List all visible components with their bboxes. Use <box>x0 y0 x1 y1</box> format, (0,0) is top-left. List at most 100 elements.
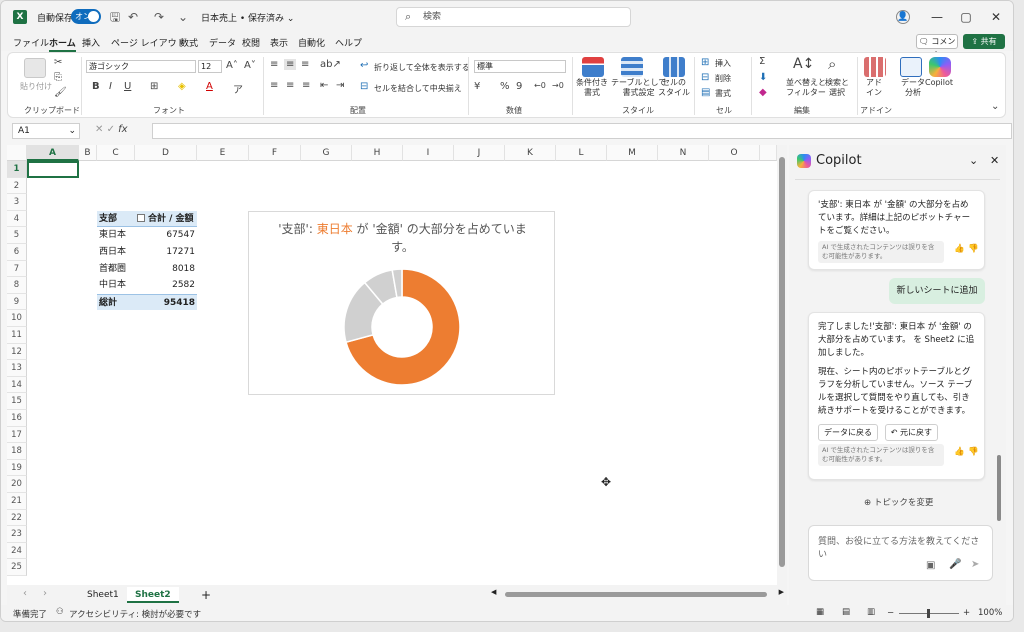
col-header[interactable]: E <box>197 145 249 161</box>
col-header[interactable]: G <box>301 145 352 161</box>
font-name-select[interactable]: 游ゴシック <box>86 60 196 73</box>
align-center-icon[interactable]: ≡ <box>286 80 294 91</box>
undo-button[interactable]: ↶ 元に戻す <box>884 424 938 441</box>
customize-qat-icon[interactable]: ⌄ <box>175 9 191 25</box>
normal-view-icon[interactable]: ▦ <box>816 607 824 617</box>
pivot-row-value[interactable]: 67547 <box>135 227 195 243</box>
conditional-format-button[interactable]: 条件付き 書式 <box>576 78 608 98</box>
row-header[interactable]: 11 <box>7 327 27 344</box>
enter-icon[interactable]: ✓ <box>107 124 115 135</box>
ribbon-collapse-icon[interactable]: ⌄ <box>991 101 999 112</box>
horizontal-scroll-thumb[interactable] <box>505 592 767 597</box>
formula-input[interactable] <box>152 123 1012 139</box>
font-size-select[interactable]: 12 <box>198 60 222 73</box>
align-top-icon[interactable]: ≡ <box>270 59 278 70</box>
filter-dropdown-icon[interactable] <box>137 214 145 222</box>
undo-icon[interactable]: ↶ <box>125 9 141 25</box>
menu-data[interactable]: データ <box>209 36 236 49</box>
menu-automate[interactable]: 自動化 <box>298 36 325 49</box>
delete-cells-icon[interactable]: ⊟ <box>701 72 709 83</box>
accessibility-status[interactable]: アクセシビリティ: 検討が必要です <box>69 608 201 620</box>
prompt-guide-icon[interactable]: ▣ <box>926 560 935 571</box>
row-header[interactable]: 15 <box>7 393 27 410</box>
row-header[interactable]: 19 <box>7 459 27 477</box>
row-header[interactable]: 10 <box>7 310 27 327</box>
number-format-select[interactable]: 標準 <box>474 60 566 73</box>
bold-icon[interactable]: B <box>92 81 100 92</box>
row-header[interactable]: 21 <box>7 493 27 510</box>
row-header[interactable]: 4 <box>7 210 27 228</box>
thumbs-up-icon[interactable]: 👍 <box>954 243 965 256</box>
percent-icon[interactable]: % <box>500 81 510 92</box>
thumbs-up-icon[interactable]: 👍 <box>954 446 965 459</box>
copy-icon[interactable]: ⎘ <box>54 72 62 83</box>
shrink-font-icon[interactable]: A˅ <box>244 60 256 71</box>
vertical-scrollbar[interactable] <box>777 145 787 585</box>
menu-file[interactable]: ファイル <box>13 36 49 49</box>
pivot-chart[interactable]: '支部': 東日本 が '金額' の大部分を占めています。 <box>248 211 555 395</box>
menu-formulas[interactable]: 数式 <box>180 36 198 49</box>
zoom-out-icon[interactable]: − <box>887 608 894 618</box>
row-header[interactable]: 1 <box>7 161 27 178</box>
merge-center-icon[interactable]: ⊟ <box>360 81 368 92</box>
document-title[interactable]: 日本売上 • 保存済み ⌄ <box>201 11 294 24</box>
row-header[interactable]: 17 <box>7 426 27 444</box>
align-middle-icon[interactable]: ≡ <box>284 59 297 70</box>
horizontal-scrollbar[interactable]: ◀ ▶ <box>491 588 784 598</box>
vertical-scroll-thumb[interactable] <box>779 157 785 567</box>
cut-icon[interactable]: ✂ <box>54 57 62 68</box>
share-button[interactable]: ⇪ 共有 <box>963 34 1005 49</box>
tab-sheet1[interactable]: Sheet1 <box>79 587 127 603</box>
menu-help[interactable]: ヘルプ <box>335 36 362 49</box>
selected-cell-a1[interactable] <box>27 161 79 178</box>
row-header[interactable]: 20 <box>7 476 27 493</box>
pivot-row-value[interactable]: 17271 <box>135 244 195 260</box>
insert-cells-button[interactable]: 挿入 <box>715 58 731 69</box>
pivot-total-label[interactable]: 総計 <box>97 294 135 310</box>
copilot-options-chevron-icon[interactable]: ⌄ <box>969 154 978 167</box>
menu-insert[interactable]: 挿入 <box>82 36 100 49</box>
fx-icon[interactable]: fx <box>118 124 127 135</box>
pivot-row-value[interactable]: 2582 <box>135 277 195 293</box>
font-color-icon[interactable]: A <box>206 81 213 92</box>
tab-scroll-left-icon[interactable]: ‹ <box>23 588 27 599</box>
col-header[interactable]: A <box>27 145 79 161</box>
find-select-icon[interactable]: ⌕ <box>828 55 836 73</box>
search-box[interactable]: ⌕ 検索 <box>396 7 631 27</box>
worksheet-grid[interactable]: A B C D E F G H I J K L M N O 1234567891… <box>7 145 777 585</box>
row-header[interactable]: 24 <box>7 542 27 560</box>
scroll-left-icon[interactable]: ◀ <box>491 588 496 596</box>
col-header[interactable]: K <box>505 145 556 161</box>
pivot-total-value[interactable]: 95418 <box>135 294 197 310</box>
close-icon[interactable]: ✕ <box>988 9 1004 25</box>
delete-cells-button[interactable]: 削除 <box>715 73 731 84</box>
row-header[interactable]: 23 <box>7 526 27 543</box>
copilot-prompt-input[interactable]: 質問、お役に立てる方法を教えてください ▣ 🎤 ➤ <box>808 525 993 581</box>
redo-icon[interactable]: ↷ <box>151 9 167 25</box>
indent-decrease-icon[interactable]: ⇤ <box>320 80 328 91</box>
row-header[interactable]: 2 <box>7 177 27 195</box>
pivot-header-value[interactable]: 合計 / 金額 <box>135 211 197 227</box>
currency-icon[interactable]: ¥ <box>474 81 480 92</box>
thumbs-down-icon[interactable]: 👎 <box>968 446 979 459</box>
send-icon[interactable]: ➤ <box>971 559 979 570</box>
col-header[interactable]: D <box>135 145 197 161</box>
autosave-toggle[interactable]: オン <box>71 9 101 24</box>
clear-icon[interactable]: ◆ <box>759 87 767 98</box>
zoom-level[interactable]: 100% <box>978 608 1002 618</box>
row-header[interactable]: 5 <box>7 227 27 244</box>
col-header[interactable]: H <box>352 145 403 161</box>
row-header[interactable]: 12 <box>7 343 27 361</box>
thumbs-down-icon[interactable]: 👎 <box>968 243 979 256</box>
row-header[interactable]: 6 <box>7 244 27 261</box>
page-layout-view-icon[interactable]: ▤ <box>842 607 850 617</box>
paste-icon[interactable] <box>24 58 46 78</box>
autosum-icon[interactable]: Σ <box>759 56 765 67</box>
sort-filter-icon[interactable]: A↕ <box>793 56 814 72</box>
col-header[interactable]: B <box>79 145 97 161</box>
fill-color-icon[interactable]: ◈ <box>178 81 186 92</box>
find-select-button[interactable]: 検索と 選択 <box>825 78 849 98</box>
pivot-row-label[interactable]: 東日本 <box>99 227 126 243</box>
scroll-right-icon[interactable]: ▶ <box>779 588 784 596</box>
conditional-format-icon[interactable] <box>582 57 604 77</box>
